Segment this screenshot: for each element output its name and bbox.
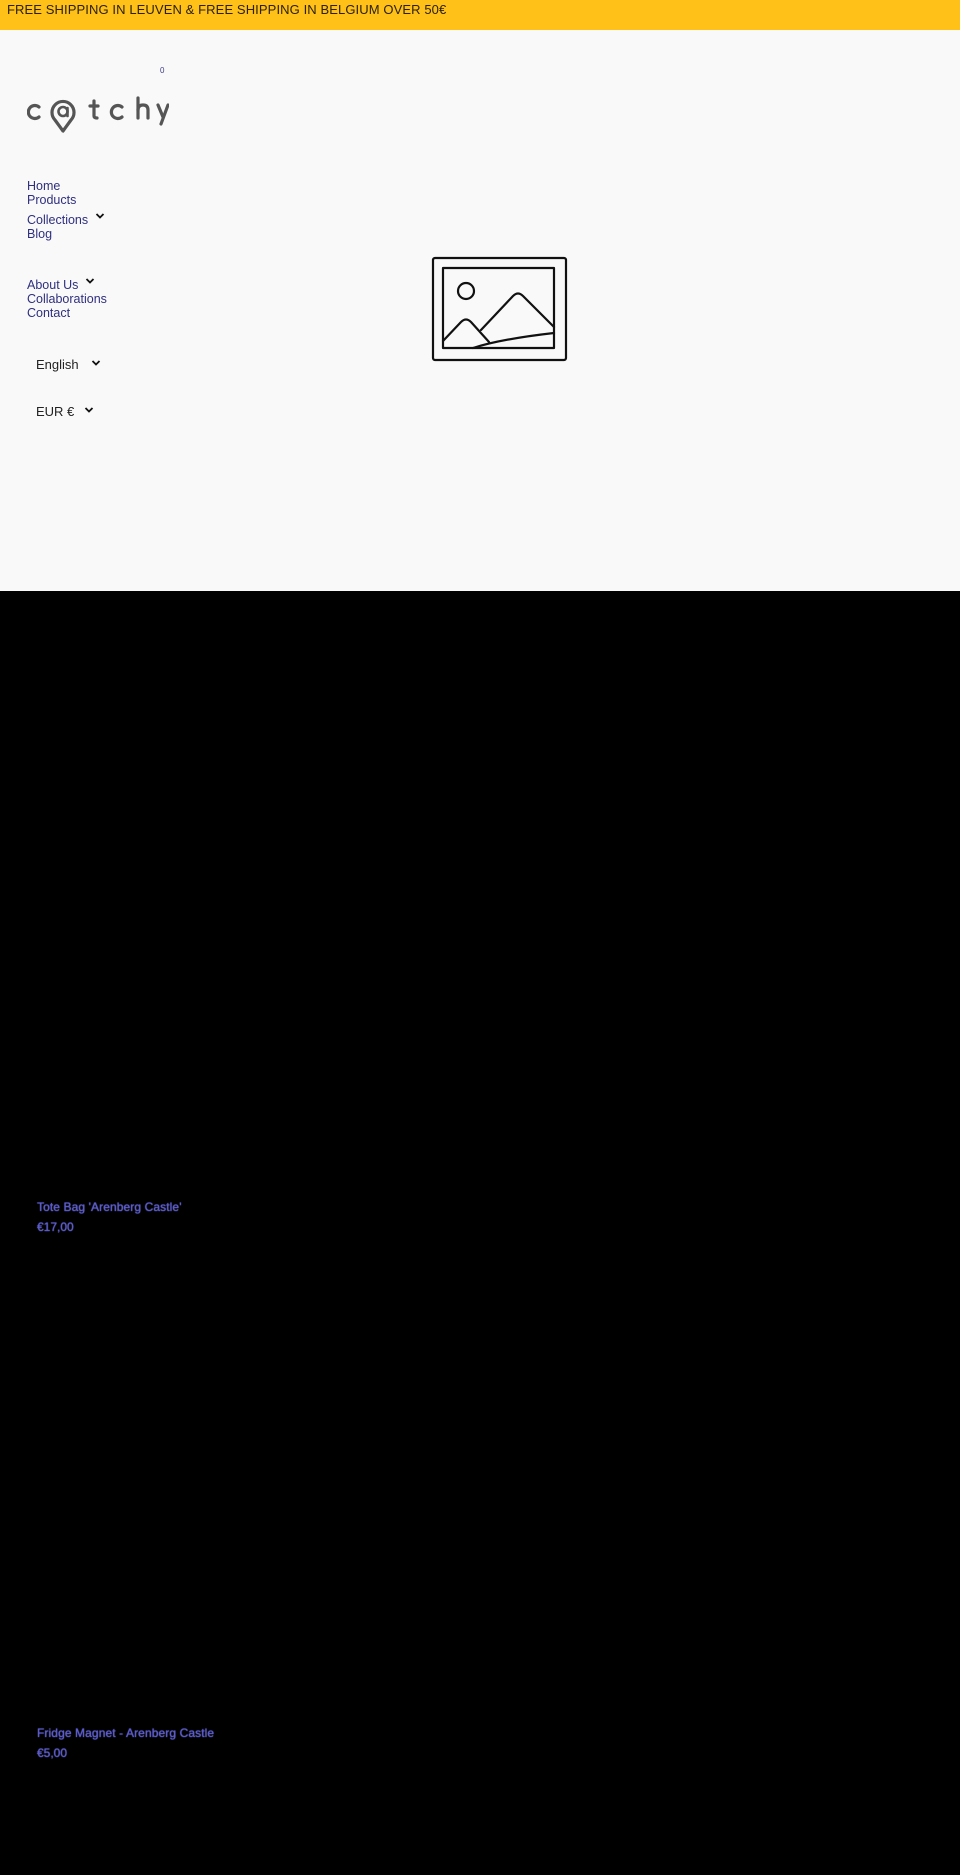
product-price: €17,00 [37, 1220, 74, 1234]
nav-item-about-us[interactable]: About Us [27, 278, 78, 292]
chevron-down-icon [85, 406, 94, 413]
nav-item-about-row[interactable]: About Us [27, 278, 107, 292]
nav-item-collaborations[interactable]: Collaborations [27, 292, 107, 306]
language-selector[interactable]: English [36, 357, 101, 372]
product-card[interactable]: Tote Bag 'Arenberg Castle' €17,00 [37, 1200, 182, 1234]
chevron-down-icon[interactable] [95, 212, 105, 220]
image-placeholder-icon [431, 256, 568, 362]
currency-selected: EUR € [36, 404, 75, 419]
nav-item-collections[interactable]: Collections [27, 213, 88, 227]
main-nav: Home Products Collections Blog About Us … [27, 179, 107, 320]
announcement-bar: FREE SHIPPING IN LEUVEN & FREE SHIPPING … [0, 0, 960, 30]
site-header: 0 Home Products Collections Blog About U… [0, 30, 960, 591]
product-title[interactable]: Fridge Magnet - Arenberg Castle [37, 1726, 214, 1740]
nav-item-blog[interactable]: Blog [27, 227, 107, 241]
chevron-down-icon[interactable] [85, 277, 95, 285]
product-card[interactable]: Fridge Magnet - Arenberg Castle €5,00 [37, 1726, 214, 1760]
nav-item-contact[interactable]: Contact [27, 306, 107, 320]
product-title[interactable]: Tote Bag 'Arenberg Castle' [37, 1200, 182, 1214]
language-selected: English [36, 357, 79, 372]
cart-count-badge[interactable]: 0 [160, 66, 164, 75]
chevron-down-icon [91, 359, 100, 366]
nav-item-home[interactable]: Home [27, 179, 107, 193]
currency-selector[interactable]: EUR € [36, 404, 94, 419]
nav-item-collections-row[interactable]: Collections [27, 213, 107, 227]
nav-item-products[interactable]: Products [27, 193, 107, 207]
announcement-text: FREE SHIPPING IN LEUVEN & FREE SHIPPING … [7, 2, 447, 17]
catchy-logo[interactable] [27, 96, 169, 138]
product-price: €5,00 [37, 1746, 68, 1760]
